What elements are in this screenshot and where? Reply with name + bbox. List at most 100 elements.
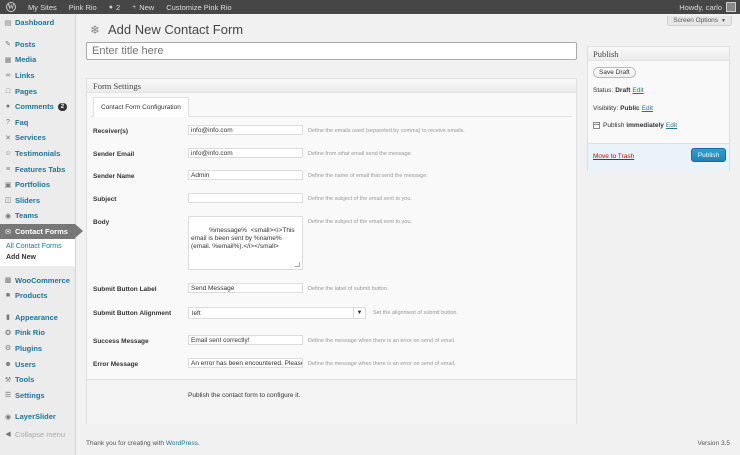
comments-menu[interactable]: ● 2 [103, 0, 126, 14]
sender-email-field[interactable]: info@info.com [188, 148, 303, 158]
sidebar-item-features-tabs[interactable]: ≡ Features Tabs [0, 161, 75, 177]
receivers-field[interactable]: info@info.com [188, 125, 303, 135]
comments-badge: 2 [57, 102, 68, 111]
submit-alignment-select[interactable]: left ▼ [188, 307, 366, 319]
sidebar-item-label: Users [15, 359, 36, 369]
users-icon: ☻ [4, 360, 12, 368]
footer-period: . [197, 440, 200, 447]
sidebar-item-appearance[interactable]: ▮ Appearance [0, 310, 75, 326]
contact-forms-submenu: All Contact Forms Add New [0, 239, 75, 267]
publish-button[interactable]: Publish [691, 148, 726, 162]
title-input[interactable] [86, 42, 577, 60]
tab-contact-form-configuration[interactable]: Contact Form Configuration [93, 97, 189, 117]
sidebar-item-comments[interactable]: ● Comments 2 [0, 99, 75, 115]
submit-label-hint: Define the label of submit button. [308, 286, 389, 292]
sidebar-item-pages[interactable]: □ Pages [0, 83, 75, 99]
sidebar-item-settings[interactable]: ☰ Settings [0, 387, 75, 403]
customize-label: Customize Pink Rio [166, 2, 232, 12]
sidebar-item-label: Features Tabs [15, 164, 66, 174]
sidebar-item-label: Faq [15, 117, 29, 127]
status-value: Draft [615, 87, 631, 94]
collapse-menu-button[interactable]: ◀ Collapse menu [0, 427, 75, 443]
success-message-label: Success Message [93, 338, 149, 345]
my-sites-menu[interactable]: My Sites [22, 0, 63, 14]
sidebar-item-portfolios[interactable]: ▣ Portfolios [0, 177, 75, 193]
sidebar-item-layerslider[interactable]: ◉ LayerSlider [0, 409, 75, 425]
screen-options-button[interactable]: Screen Options ▼ [667, 16, 732, 26]
publish-edit-link[interactable]: Edit [666, 122, 677, 129]
chevron-down-icon: ▼ [721, 17, 726, 24]
visibility-value: Public [620, 105, 640, 112]
sidebar-item-label: Plugins [15, 343, 43, 353]
sidebar-item-testimonials[interactable]: ☺ Testimonials [0, 146, 75, 162]
sidebar-item-sliders[interactable]: ◫ Sliders [0, 193, 75, 209]
contact-forms-icon: ✉ [5, 228, 11, 236]
site-name-menu[interactable]: Pink Rio [63, 0, 103, 14]
status-label: Status: [593, 87, 614, 94]
submit-label-field[interactable]: Send Message [188, 283, 303, 293]
submit-alignment-value: left [192, 309, 201, 317]
subject-label: Subject [93, 196, 117, 203]
wordpress-link[interactable]: WordPress [166, 440, 198, 447]
publish-value: immediately [626, 122, 664, 129]
services-icon: ✕ [5, 134, 11, 142]
wordpress-logo-icon: W [6, 2, 16, 12]
version-label: Version 3.5 [697, 440, 730, 447]
sidebar-item-tools[interactable]: ⚒ Tools [0, 372, 75, 388]
sidebar-item-label: Tools [15, 375, 35, 385]
admin-sidebar: ▤ Dashboard ✎ Posts ▦ Media ∞ Links □ Pa… [0, 14, 83, 455]
submenu-all-contact-forms[interactable]: All Contact Forms [0, 241, 75, 252]
status-edit-link[interactable]: Edit [632, 87, 643, 94]
sidebar-item-label: Pink Rio [15, 328, 46, 338]
customize-link[interactable]: Customize Pink Rio [160, 0, 237, 14]
sidebar-item-plugins[interactable]: ⚙ Plugins [0, 341, 75, 357]
sender-name-hint: Define the name of email that send the m… [308, 173, 428, 179]
tools-icon: ⚒ [4, 376, 12, 384]
settings-icon: ☰ [4, 392, 12, 400]
sidebar-item-dashboard[interactable]: ▤ Dashboard [0, 15, 75, 31]
save-draft-button[interactable]: Save Draft [593, 67, 636, 78]
sidebar-item-users[interactable]: ☻ Users [0, 356, 75, 372]
posts-icon: ✎ [5, 41, 11, 49]
sidebar-item-teams[interactable]: ◉ Teams [0, 208, 75, 224]
visibility-edit-link[interactable]: Edit [642, 105, 653, 112]
admin-bar: W My Sites Pink Rio ● 2 + New Customize … [0, 0, 740, 14]
body-text: %message% <small><i>This email is been s… [191, 227, 297, 250]
resize-handle-icon[interactable] [295, 262, 300, 267]
success-message-field[interactable]: Email sent correctly! [188, 335, 303, 345]
submit-alignment-label: Submit Button Alignment [93, 310, 172, 317]
body-hint: Define the subject of the email sent to … [308, 219, 412, 225]
sidebar-item-label: WooCommerce [15, 275, 70, 285]
sliders-icon: ◫ [4, 197, 12, 205]
publish-title: Publish [588, 47, 729, 61]
main-content: Screen Options ▼ ❄ Add New Contact Form … [76, 14, 740, 455]
account-menu[interactable]: Howdy, carlo [673, 0, 740, 14]
visibility-line: Visibility: Public Edit [593, 105, 653, 112]
visibility-label: Visibility: [593, 105, 619, 112]
sidebar-item-faq[interactable]: ? Faq [0, 115, 75, 131]
subject-field[interactable] [188, 193, 303, 203]
error-message-field[interactable]: An error has been encountered. Please tr… [188, 358, 303, 368]
body-textarea[interactable]: %message% <small><i>This email is been s… [188, 216, 303, 270]
links-icon: ∞ [5, 72, 11, 80]
sender-name-field[interactable]: Admin [188, 170, 303, 180]
sidebar-item-pink-rio[interactable]: ✪ Pink Rio [0, 325, 75, 341]
new-content-menu[interactable]: + New [126, 0, 160, 14]
sidebar-item-posts[interactable]: ✎ Posts [0, 37, 75, 53]
sidebar-item-media[interactable]: ▦ Media [0, 52, 75, 68]
submenu-add-new[interactable]: Add New [0, 252, 75, 263]
sidebar-item-services[interactable]: ✕ Services [0, 130, 75, 146]
sidebar-item-contact-forms[interactable]: ✉ Contact Forms [0, 223, 83, 240]
sidebar-item-products[interactable]: ■ Products [0, 288, 75, 304]
sidebar-item-links[interactable]: ∞ Links [0, 68, 75, 84]
new-label: New [139, 2, 155, 12]
site-name-label: Pink Rio [68, 2, 97, 12]
comments-icon: ● [5, 103, 11, 111]
page-header: ❄ Add New Contact Form [88, 22, 243, 37]
publish-box: Publish Save Draft Status: Draft Edit Vi… [587, 46, 730, 171]
sidebar-item-woocommerce[interactable]: ▩ WooCommerce [0, 272, 75, 288]
wp-logo-menu[interactable]: W [0, 0, 22, 14]
teams-icon: ◉ [4, 212, 12, 220]
form-settings-tabs: Contact Form Configuration [91, 97, 572, 117]
move-to-trash-link[interactable]: Move to Trash [593, 153, 634, 160]
